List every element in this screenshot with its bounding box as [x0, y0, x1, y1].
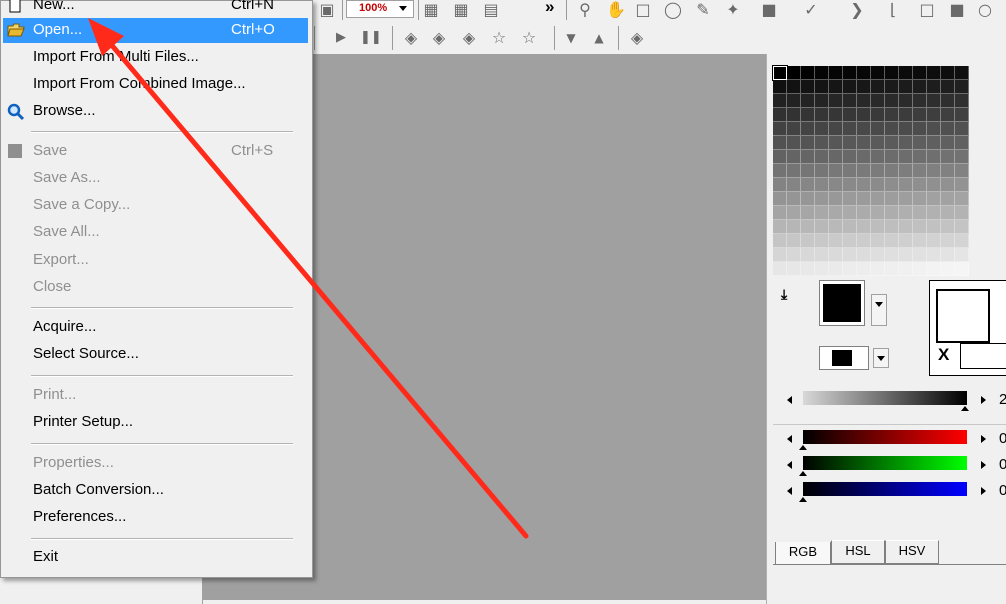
- annotation-arrow-line: [101, 33, 529, 539]
- annotation-arrow-overlay: [88, 18, 529, 539]
